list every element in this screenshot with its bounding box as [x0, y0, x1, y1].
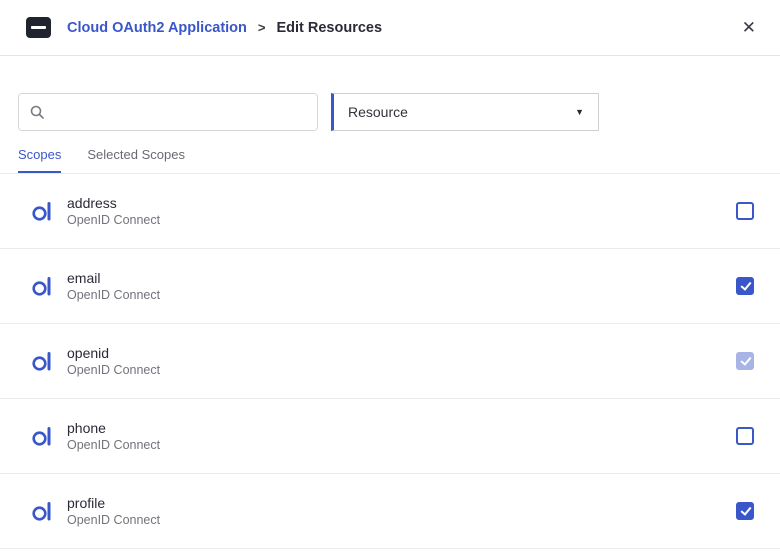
- scope-checkbox[interactable]: [736, 277, 754, 295]
- scope-type: OpenID Connect: [67, 213, 160, 227]
- breadcrumb-app-link[interactable]: Cloud OAuth2 Application: [67, 20, 247, 36]
- close-icon[interactable]: ✕: [742, 19, 756, 36]
- scope-text: openid OpenID Connect: [67, 345, 160, 377]
- scope-type: OpenID Connect: [67, 363, 160, 377]
- breadcrumb-separator-icon: >: [258, 20, 266, 35]
- scope-checkbox[interactable]: [736, 202, 754, 220]
- tab-scopes[interactable]: Scopes: [18, 147, 61, 173]
- scope-type: OpenID Connect: [67, 438, 160, 452]
- scope-list: address OpenID Connect email OpenID Conn…: [0, 173, 780, 549]
- scope-type: OpenID Connect: [67, 513, 160, 527]
- resource-dropdown-value: Resource: [348, 104, 408, 120]
- scope-name: profile: [67, 495, 160, 511]
- list-item: phone OpenID Connect: [0, 399, 780, 474]
- scope-text: profile OpenID Connect: [67, 495, 160, 527]
- page-title: Edit Resources: [276, 20, 382, 36]
- tab-selected-scopes[interactable]: Selected Scopes: [87, 147, 185, 173]
- scope-checkbox[interactable]: [736, 427, 754, 445]
- scope-name: openid: [67, 345, 160, 361]
- openid-connect-icon: [30, 424, 54, 448]
- filter-bar: Resource ▼: [0, 56, 780, 131]
- scope-checkbox: [736, 352, 754, 370]
- search-input[interactable]: [53, 104, 307, 120]
- scope-name: email: [67, 270, 160, 286]
- search-box[interactable]: [18, 93, 318, 131]
- openid-connect-icon: [30, 499, 54, 523]
- resource-dropdown[interactable]: Resource ▼: [331, 93, 599, 131]
- list-item: email OpenID Connect: [0, 249, 780, 324]
- scope-name: address: [67, 195, 160, 211]
- scope-text: phone OpenID Connect: [67, 420, 160, 452]
- application-icon: [26, 17, 51, 38]
- list-item: address OpenID Connect: [0, 174, 780, 249]
- scope-type: OpenID Connect: [67, 288, 160, 302]
- openid-connect-icon: [30, 274, 54, 298]
- modal-header: Cloud OAuth2 Application > Edit Resource…: [0, 0, 780, 56]
- tab-bar: Scopes Selected Scopes: [0, 131, 780, 173]
- openid-connect-icon: [30, 349, 54, 373]
- scope-name: phone: [67, 420, 160, 436]
- chevron-down-icon: ▼: [575, 107, 584, 117]
- list-item: openid OpenID Connect: [0, 324, 780, 399]
- search-icon: [29, 104, 45, 120]
- scope-text: address OpenID Connect: [67, 195, 160, 227]
- list-item: profile OpenID Connect: [0, 474, 780, 549]
- scope-text: email OpenID Connect: [67, 270, 160, 302]
- openid-connect-icon: [30, 199, 54, 223]
- scope-checkbox[interactable]: [736, 502, 754, 520]
